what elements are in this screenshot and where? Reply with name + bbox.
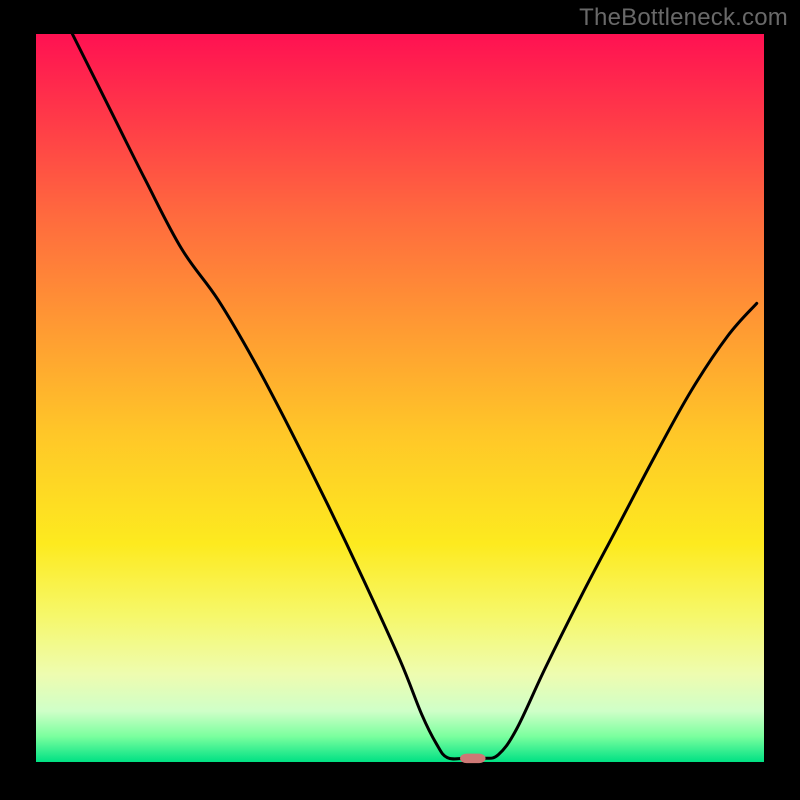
bottleneck-chart: TheBottleneck.com [0, 0, 800, 800]
chart-svg [0, 0, 800, 800]
watermark-text: TheBottleneck.com [579, 4, 788, 32]
chart-background [36, 34, 764, 762]
optimal-marker [460, 754, 485, 763]
